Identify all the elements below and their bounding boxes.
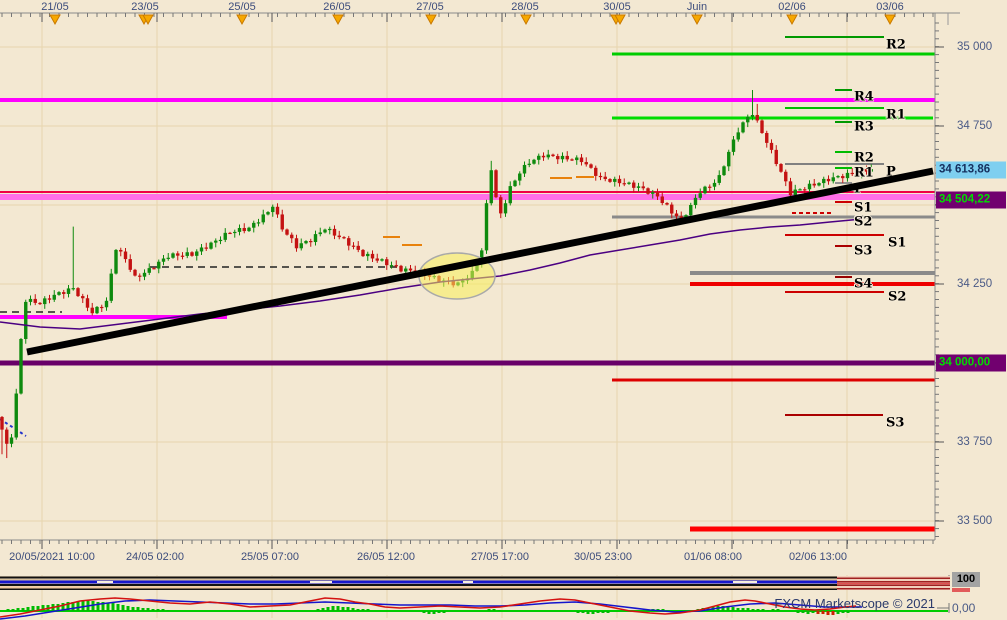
candlesticks <box>0 90 873 459</box>
sub-panel-max-label: 100 <box>952 572 980 587</box>
top-axis-date: 30/05 <box>603 1 631 13</box>
top-axis-date: 21/05 <box>41 1 69 13</box>
bottom-axis-time: 01/06 08:00 <box>683 551 743 563</box>
session-marker-triangles[interactable] <box>49 14 896 26</box>
pivot-label-r1: R1 <box>886 107 906 123</box>
top-axis-date: 02/06 <box>778 1 806 13</box>
dashed-annotation-lines[interactable] <box>0 176 594 437</box>
moving-average-line[interactable] <box>0 218 863 330</box>
pivot-label-s1: S1 <box>854 200 873 216</box>
top-axis-date: 23/05 <box>131 1 159 13</box>
pivot-label-r2: R2 <box>854 150 874 166</box>
fxcm-marketscope-chart-window: R2 R4 R1 R3 R2 P R1 P S1 S2 S1 S3 S4 S2 S3 21/05 23/05 2… <box>0 0 1007 620</box>
pivot-label-p: P <box>854 181 864 197</box>
main-chart-canvas[interactable] <box>0 0 1007 620</box>
price-badge: 34 000,00 <box>936 354 1006 372</box>
bottom-axis-time: 20/05/2021 10:00 <box>9 551 95 563</box>
top-axis-date: 25/05 <box>228 1 256 13</box>
trendline-overlay[interactable] <box>0 0 1007 620</box>
price-badge: 34 613,86 <box>936 161 1006 179</box>
top-axis-date: 28/05 <box>511 1 539 13</box>
bottom-axis-time: 26/05 12:00 <box>356 551 416 563</box>
price-badge: 34 504,22 <box>936 191 1006 209</box>
bottom-axis-time: 27/05 17:00 <box>470 551 530 563</box>
price-tick-label: 34 250 <box>957 278 993 290</box>
top-axis-date: 26/05 <box>323 1 351 13</box>
axis-rulers[interactable] <box>0 12 960 613</box>
fxcm-watermark: FXCM Marketscope © 2021 <box>774 596 935 611</box>
pivot-label-r1: R1 <box>854 165 874 181</box>
bottom-axis-time: 24/05 02:00 <box>125 551 185 563</box>
top-axis-date: 03/06 <box>876 1 904 13</box>
top-axis-date: 27/05 <box>416 1 444 13</box>
chart-gridlines <box>0 13 935 618</box>
oscillator-panel[interactable] <box>0 597 948 620</box>
black-trendline[interactable] <box>26 167 934 356</box>
axis-text-layer: 21/05 23/05 25/05 26/05 27/05 28/05 30/05 Juin 0… <box>0 0 1007 620</box>
pivot-label-s3: S3 <box>886 415 905 431</box>
support-resistance-lines[interactable] <box>0 36 935 532</box>
highlight-ellipse[interactable] <box>418 252 496 300</box>
bottom-axis-time: 02/06 13:00 <box>788 551 848 563</box>
pivot-label-r3: R3 <box>854 119 874 135</box>
bottom-axis-time: 30/05 23:00 <box>573 551 633 563</box>
top-axis-date: Juin <box>686 1 708 13</box>
pivot-labels-layer: R2 R4 R1 R3 R2 P R1 P S1 S2 S1 S3 S4 S2 S3 <box>0 0 1007 620</box>
price-tick-label: 35 000 <box>957 41 993 53</box>
bottom-axis-time: 25/05 07:00 <box>240 551 300 563</box>
pivot-label-s3: S3 <box>854 243 873 259</box>
pivot-label-p: P <box>886 164 896 180</box>
pivot-label-s4: S4 <box>854 276 873 292</box>
price-tick-label: 33 750 <box>957 436 993 448</box>
pivot-label-s2: S2 <box>888 289 907 305</box>
price-tick-label: 34 750 <box>957 120 993 132</box>
pivot-label-r2: R2 <box>886 37 906 53</box>
pivot-label-s2: S2 <box>854 214 873 230</box>
pivot-label-s1: S1 <box>888 235 907 251</box>
price-tick-label: 33 500 <box>957 515 993 527</box>
overview-ribbon[interactable] <box>0 576 950 590</box>
pivot-label-r4: R4 <box>854 89 874 105</box>
sub-panel-red-underline <box>952 588 970 592</box>
sub-panel-value-label: 0,00 <box>952 601 976 615</box>
